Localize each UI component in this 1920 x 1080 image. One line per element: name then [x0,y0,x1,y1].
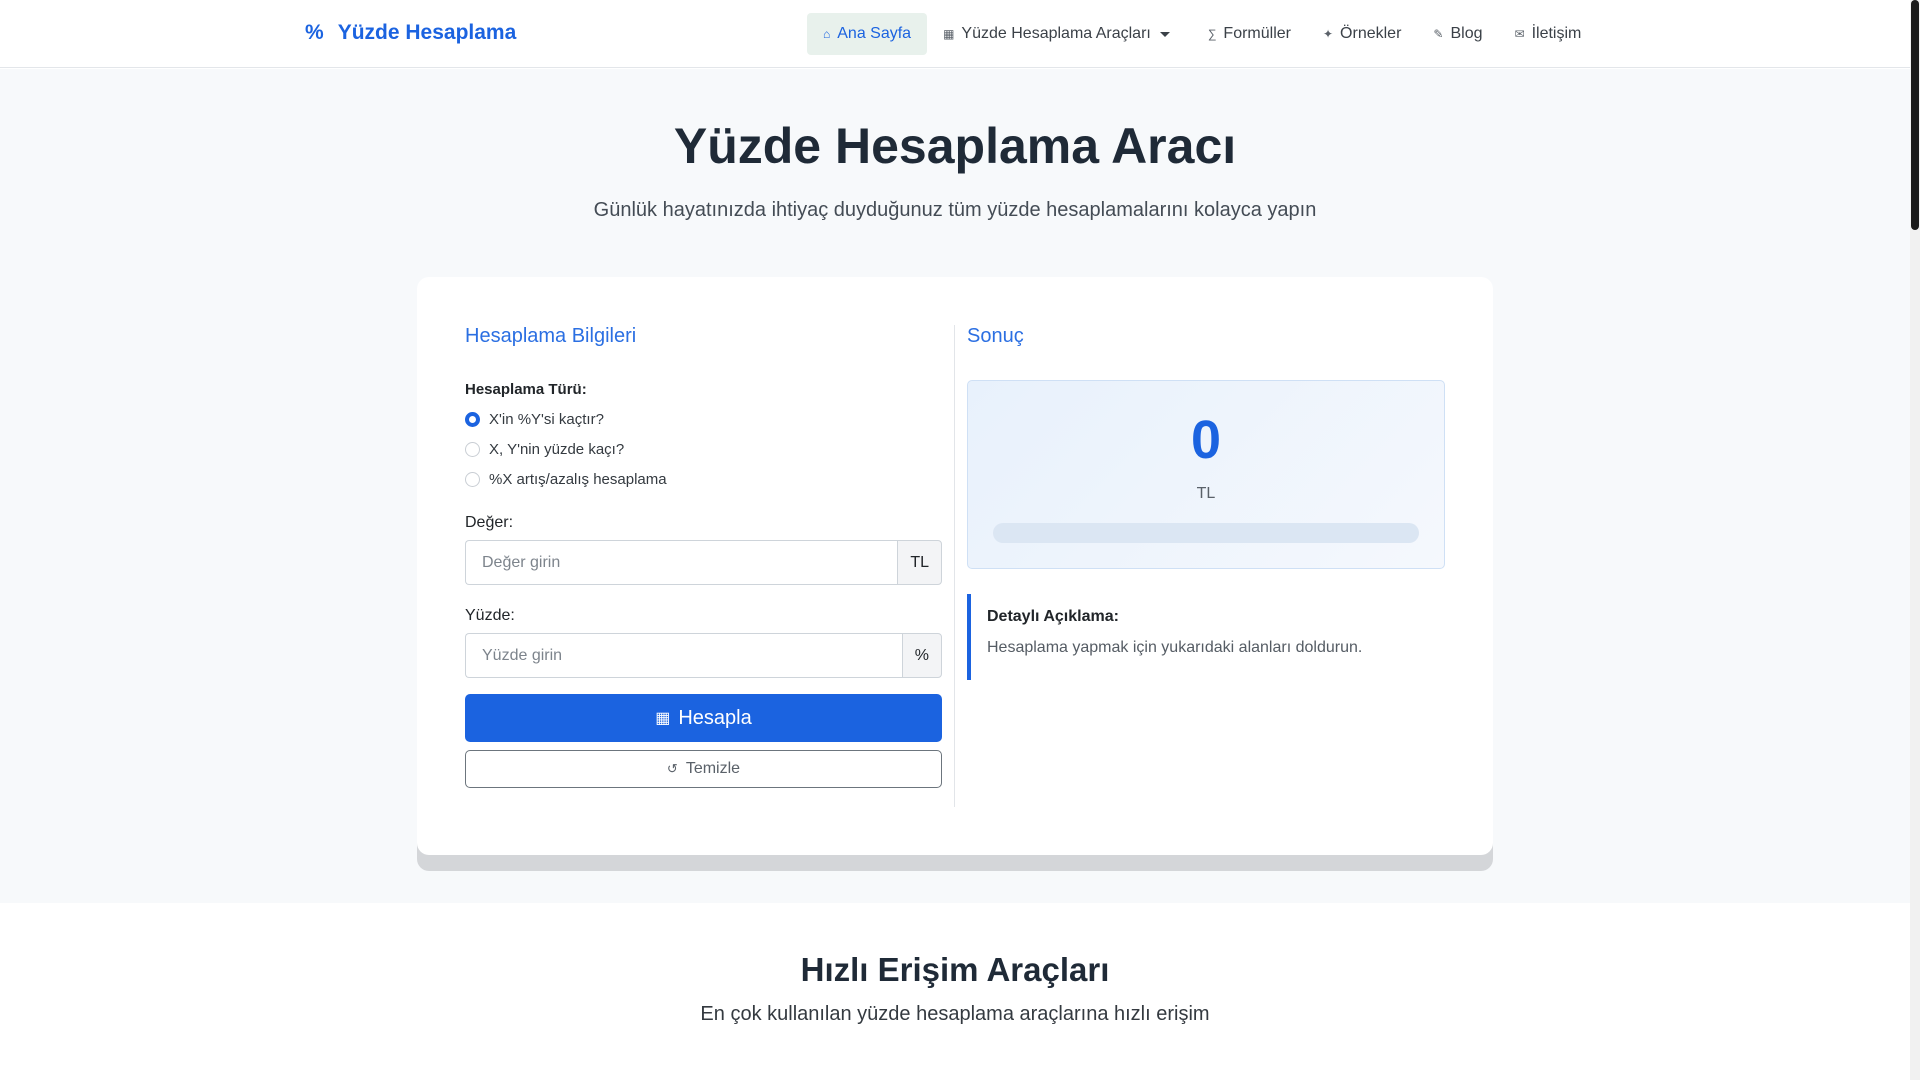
nav-item-label: İletişim [1531,25,1582,42]
clear-button[interactable]: ↺ Temizle [465,750,942,788]
detail-explanation: Detaylı Açıklama: Hesaplama yapmak için … [967,594,1445,680]
explanation-text: Hesaplama yapmak için yukarıdaki alanlar… [987,639,1363,656]
home-icon: ⌂ [823,27,831,41]
percent-label: Yüzde: [465,607,515,624]
calculate-label: Hesapla [678,706,752,729]
nav-item-examples[interactable]: ✦ Örnekler [1307,13,1417,55]
nav-item-label: Blog [1450,25,1483,42]
nav-item-contact[interactable]: ✉ İletişim [1499,13,1598,55]
nav-item-tools-dropdown[interactable]: ▦ Yüzde Hesaplama Araçları [927,13,1186,55]
lightbulb-icon: ✦ [1322,27,1334,41]
calculation-form: Hesaplama Bilgileri Hesaplama Türü: X'in… [465,325,942,788]
nav-item-blog[interactable]: ✎ Blog [1417,13,1498,55]
nav-item-home[interactable]: ⌂ Ana Sayfa [807,13,928,55]
form-heading: Hesaplama Bilgileri [465,325,637,347]
radio-label: %X artış/azalış hesaplama [489,471,667,488]
currency-addon: TL [897,540,942,585]
nav-item-label: Örnekler [1340,25,1402,42]
radio-label: X'in %Y'si kaçtır? [489,411,604,428]
explanation-title: Detaylı Açıklama: [987,608,1119,625]
radio-button[interactable] [465,442,480,457]
eraser-icon: ↺ [666,761,678,776]
radio-button[interactable] [465,472,480,487]
page-title: Yüzde Hesaplama Aracı [673,118,1237,174]
result-unit: TL [1196,485,1216,502]
nav-item-label: Formüller [1223,25,1291,42]
quick-access-subtitle: En çok kullanılan yüzde hesaplama araçla… [700,1003,1210,1025]
calculate-button[interactable]: ▦ Hesapla [465,694,942,742]
brand-link[interactable]: % Yüzde Hesaplama [305,21,516,45]
quick-access-title: Hızlı Erişim Araçları [800,951,1110,988]
navbar: % Yüzde Hesaplama ⌂ Ana Sayfa ▦ Yüzde He… [0,0,1910,68]
value-label: Değer: [465,514,514,531]
chevron-down-icon [1159,31,1170,37]
calculation-type-label: Hesaplama Türü: [465,381,587,398]
calculator-card: Hesaplama Bilgileri Hesaplama Türü: X'in… [417,277,1493,855]
result-progress-bar [993,523,1419,543]
radio-button-checked[interactable] [465,412,480,427]
radio-option-what-percent[interactable]: X, Y'nin yüzde kaçı? [465,441,942,458]
scrollbar-thumb[interactable] [1911,0,1919,230]
brand-name: Yüzde Hesaplama [337,21,517,44]
result-value: 0 [1190,410,1222,470]
percent-icon: % [305,21,324,44]
value-input[interactable] [465,540,898,585]
column-divider [954,325,955,807]
page-subtitle: Günlük hayatınızda ihtiyaç duyduğunuz tü… [593,199,1317,221]
radio-option-increase-decrease[interactable]: %X artış/azalış hesaplama [465,471,942,488]
blog-icon: ✎ [1433,27,1444,41]
result-heading: Sonuç [967,325,1024,347]
percent-addon: % [901,633,942,678]
result-panel: Sonuç 0 TL Detaylı Açıklama: Hesaplama y… [967,325,1445,680]
percent-input-group: % [465,633,942,678]
value-input-group: TL [465,540,942,585]
envelope-icon: ✉ [1514,27,1525,41]
nav-menu: ⌂ Ana Sayfa ▦ Yüzde Hesaplama Araçları ∑… [807,13,1597,55]
result-box: 0 TL [967,380,1445,569]
radio-option-percent-of[interactable]: X'in %Y'si kaçtır? [465,411,942,428]
page-scrollbar[interactable] [1910,0,1920,1080]
clear-label: Temizle [685,760,741,777]
formula-icon: ∑ [1207,27,1217,41]
calculator-icon: ▦ [943,27,955,41]
radio-label: X, Y'nin yüzde kaçı? [489,441,625,458]
percent-input[interactable] [465,633,902,678]
nav-item-label: Ana Sayfa [837,25,912,42]
nav-item-label: Yüzde Hesaplama Araçları [961,25,1151,42]
nav-item-formulas[interactable]: ∑ Formüller [1192,13,1307,55]
calculator-icon: ▦ [655,710,671,727]
